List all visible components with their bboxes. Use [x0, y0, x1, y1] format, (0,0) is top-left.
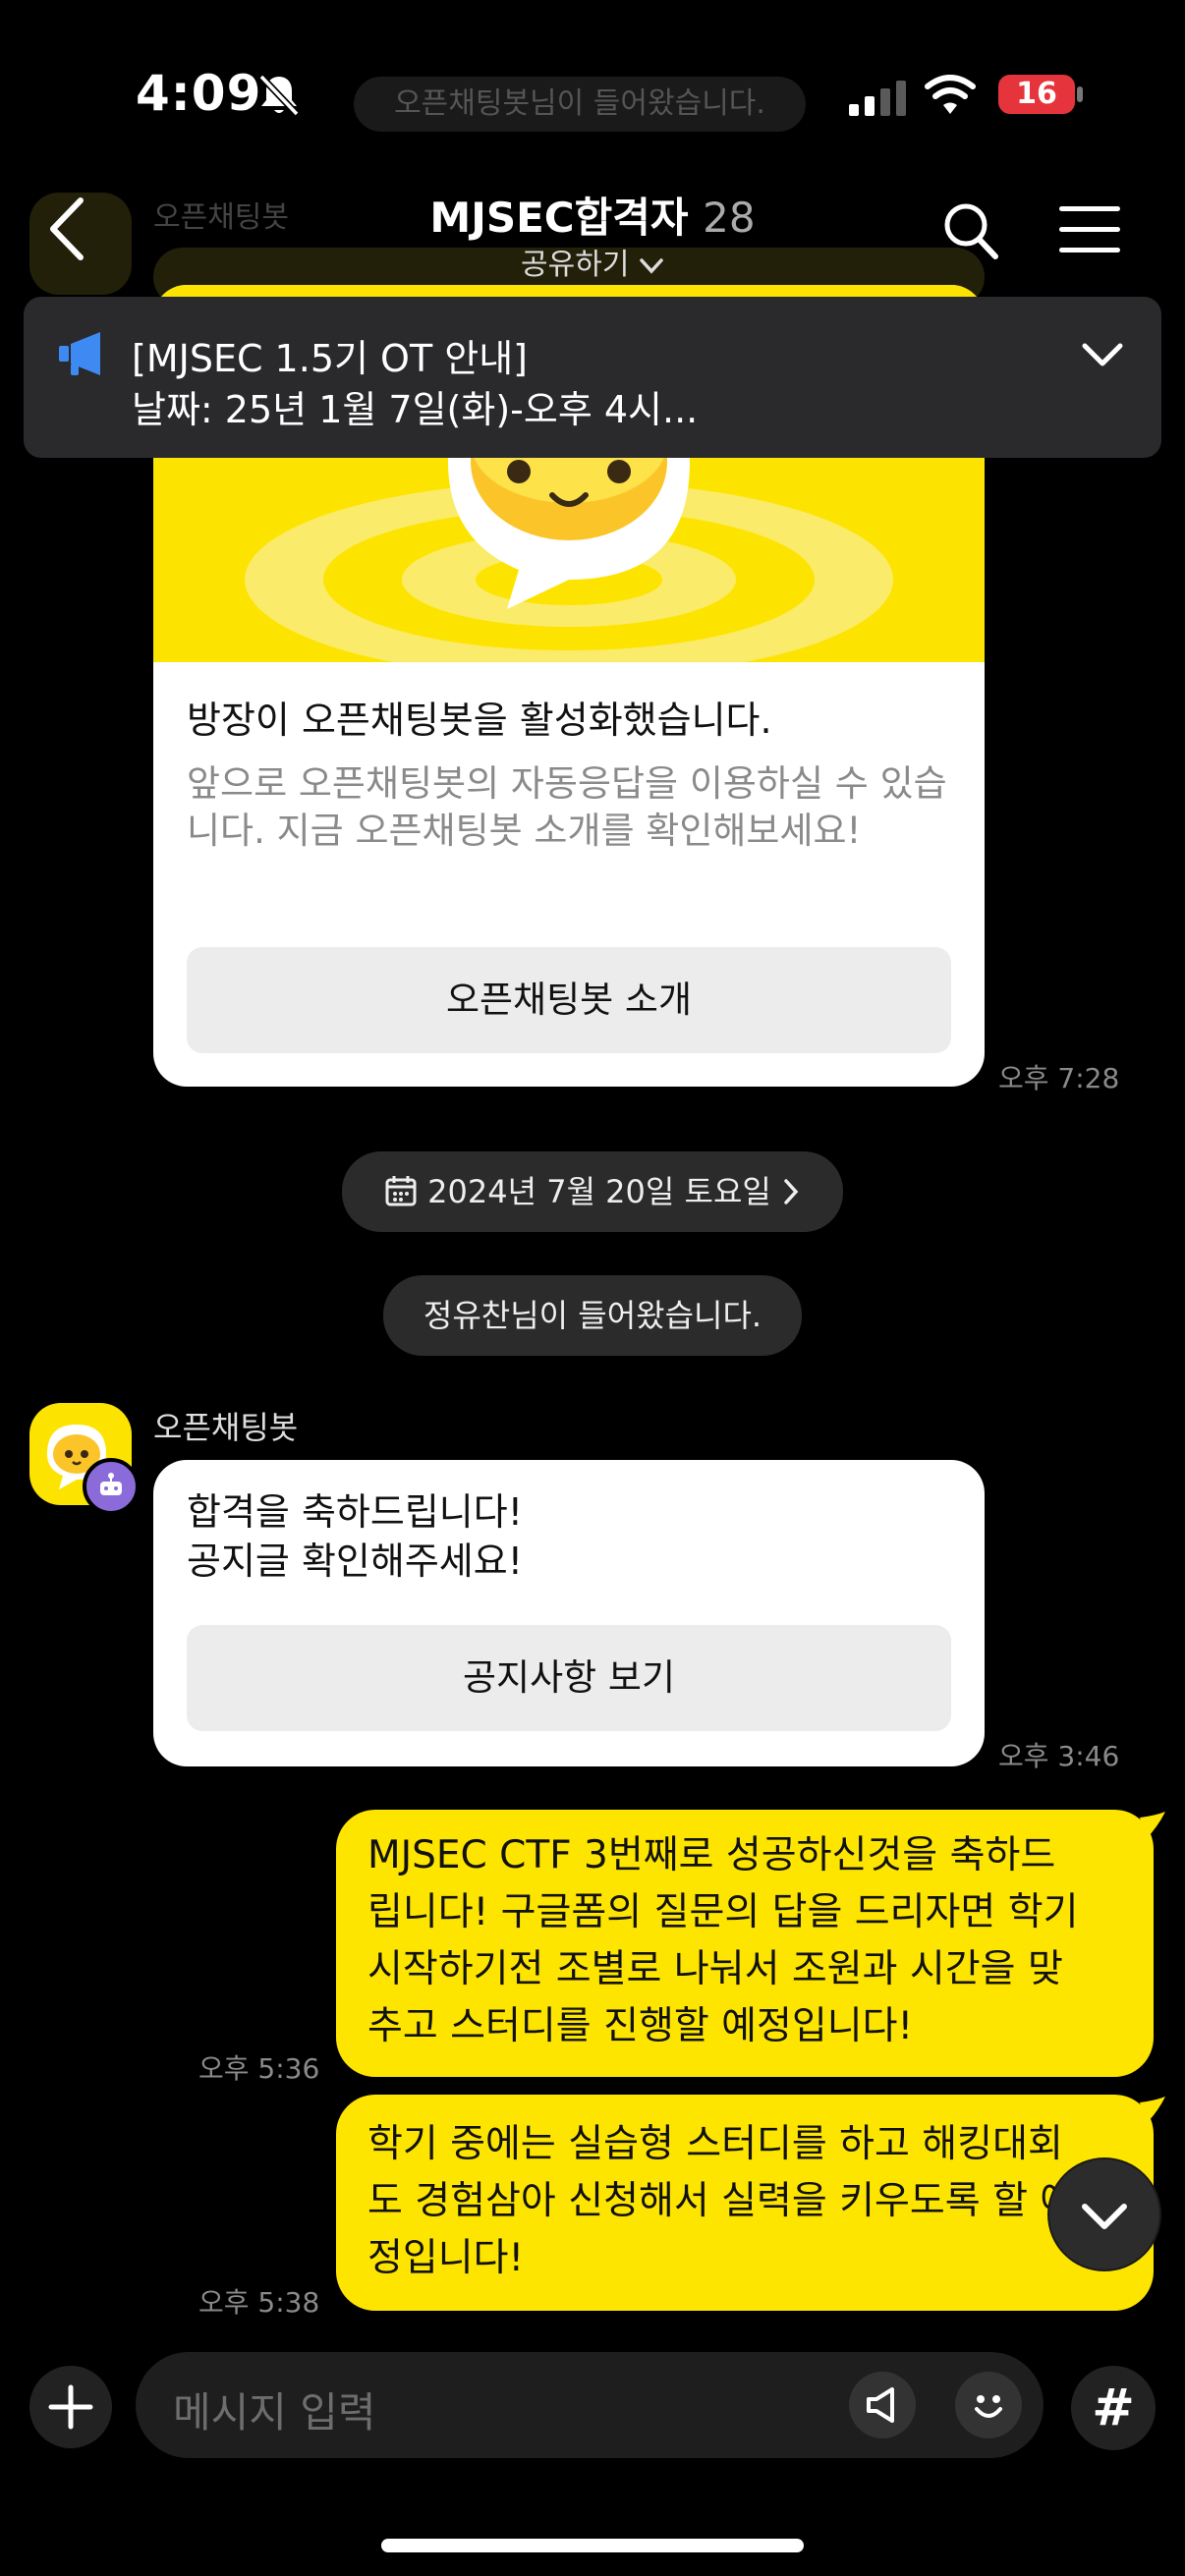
smile-icon — [975, 2395, 1002, 2418]
chat-room-title: MJSEC합격자 28 — [0, 185, 1185, 245]
cellular-signal-icon — [849, 81, 906, 116]
plus-icon — [48, 2384, 93, 2430]
bot-sender-name: 오픈채팅봇 — [153, 1409, 299, 1446]
share-label: 공유하기 — [521, 248, 630, 282]
message-text-line: 정입니다! — [367, 2236, 525, 2280]
bot-card-title: 방장이 오픈채팅봇을 활성화했습니다. — [187, 699, 772, 742]
date-divider-label: 2024년 7월 20일 토요일 — [427, 1173, 771, 1210]
message-time: 오후 5:38 — [198, 2286, 320, 2319]
chevron-right-icon — [784, 1179, 799, 1204]
bot-intro-button[interactable]: 오픈채팅봇 소개 — [187, 947, 951, 1053]
status-time: 4:09 — [136, 65, 262, 122]
date-divider[interactable]: 2024년 7월 20일 토요일 — [342, 1151, 843, 1232]
room-name: MJSEC합격자 — [429, 194, 689, 242]
chevron-down-icon — [1082, 2204, 1127, 2229]
megaphone-outline-icon — [867, 2387, 894, 2423]
my-message-bubble[interactable]: 학기 중에는 실습형 스터디를 하고 해킹대회 도 경험삼아 신청해서 실력을 … — [336, 2095, 1154, 2311]
message-text-line: MJSEC CTF 3번째로 성공하신것을 축하드 — [367, 1833, 1056, 1877]
bot-message-line-1: 합격을 축하드립니다! — [187, 1490, 523, 1534]
calendar-icon — [385, 1176, 417, 1206]
my-message-bubble[interactable]: MJSEC CTF 3번째로 성공하신것을 축하드 립니다! 구글폼의 질문의 … — [336, 1810, 1154, 2077]
megaphone-icon — [59, 332, 100, 375]
message-time: 오후 3:46 — [998, 1740, 1120, 1772]
message-input-placeholder: 메시지 입력 — [173, 2388, 376, 2436]
join-toast: 오픈채팅봇님이 들어왔습니다. — [354, 77, 806, 132]
hashtag-button[interactable]: # — [1071, 2366, 1156, 2450]
scroll-to-bottom-button[interactable] — [1049, 2159, 1159, 2269]
bot-message-line-2: 공지글 확인해주세요! — [187, 1540, 523, 1583]
hashtag-icon: # — [1092, 2379, 1135, 2437]
home-indicator — [381, 2539, 804, 2552]
message-text-line: 립니다! 구글폼의 질문의 답을 드리자면 학기 — [367, 1890, 1079, 1934]
message-text-line: 도 경험삼아 신청해서 실력을 키우도록 할 예 — [367, 2179, 1076, 2223]
bot-badge-icon — [83, 1458, 140, 1515]
attach-plus-button[interactable] — [29, 2366, 112, 2448]
wifi-icon — [925, 75, 976, 114]
notice-body: 날짜: 25년 1월 7일(화)-오후 4시... — [132, 388, 699, 431]
bubble-tail — [1140, 2097, 1165, 2124]
message-text-line: 시작하기전 조별로 나눠서 조원과 시간을 맞 — [367, 1947, 1063, 1991]
share-button[interactable]: 공유하기 — [0, 240, 1185, 283]
chevron-down-icon — [640, 257, 663, 274]
battery-indicator: 16 — [998, 75, 1075, 114]
silent-bell-icon — [258, 74, 300, 117]
message-time: 오후 7:28 — [998, 1062, 1120, 1094]
notice-title: [MJSEC 1.5기 OT 안내] — [132, 337, 528, 380]
join-notice: 정유찬님이 들어왔습니다. — [383, 1275, 802, 1356]
menu-icon[interactable] — [1059, 206, 1120, 253]
expand-notice-chevron-icon[interactable] — [1081, 342, 1124, 369]
bot-message-card: 합격을 축하드립니다! 공지글 확인해주세요! 공지사항 보기 — [153, 1460, 985, 1766]
emoticon-button[interactable] — [955, 2372, 1022, 2438]
message-time: 오후 5:36 — [198, 2052, 320, 2085]
search-icon[interactable] — [941, 200, 1000, 261]
member-count: 28 — [703, 194, 756, 242]
announce-button[interactable] — [849, 2372, 916, 2438]
message-text-line: 추고 스터디를 진행할 예정입니다! — [367, 2004, 914, 2048]
bubble-tail — [1140, 1812, 1165, 1839]
message-text-line: 학기 중에는 실습형 스터디를 하고 해킹대회 — [367, 2122, 1063, 2166]
bot-card-description: 앞으로 오픈채팅봇의 자동응답을 이용하실 수 있습니다. 지금 오픈채팅봇 소… — [187, 762, 947, 852]
view-notice-button[interactable]: 공지사항 보기 — [187, 1625, 951, 1731]
battery-cap — [1077, 86, 1083, 102]
